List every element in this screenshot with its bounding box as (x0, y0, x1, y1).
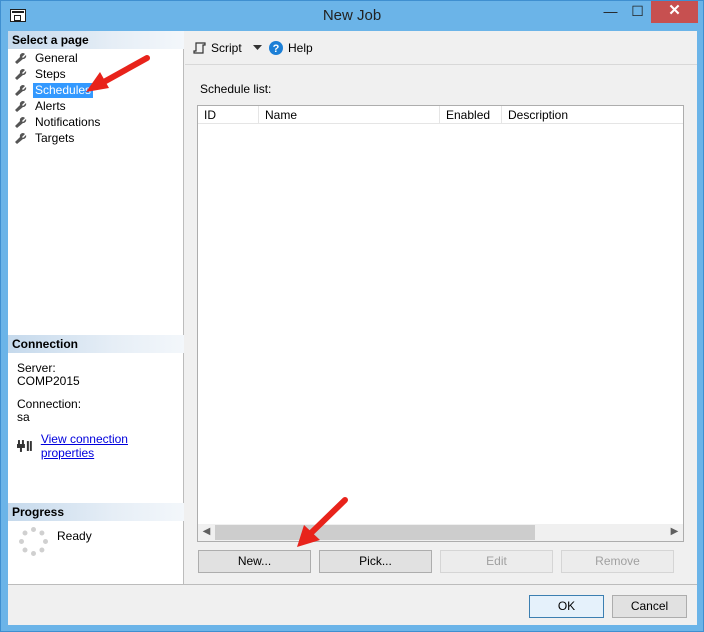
wrench-icon (15, 84, 27, 96)
column-id[interactable]: ID (198, 106, 258, 124)
edit-button[interactable]: Edit (440, 550, 553, 573)
new-button[interactable]: New... (198, 550, 311, 573)
help-label: Help (288, 41, 313, 55)
cancel-button[interactable]: Cancel (612, 595, 687, 618)
wrench-icon (15, 52, 27, 64)
scroll-left-icon[interactable]: ◀ (198, 524, 215, 541)
script-button[interactable]: Script (193, 41, 262, 55)
remove-button[interactable]: Remove (561, 550, 674, 573)
nav-item-targets[interactable]: Targets (14, 131, 76, 146)
svg-text:?: ? (273, 43, 280, 55)
new-job-window: New Job — ☐ ✕ Select a page General Step… (0, 0, 704, 632)
nav-item-label: General (35, 51, 78, 65)
server-value: COMP2015 (17, 374, 80, 388)
close-button[interactable]: ✕ (651, 1, 698, 23)
pick-button[interactable]: Pick... (319, 550, 432, 573)
view-connection-properties[interactable]: View connection properties (17, 432, 183, 460)
nav-item-steps[interactable]: Steps (14, 67, 68, 82)
dropdown-arrow-icon[interactable] (252, 45, 262, 51)
wrench-icon (15, 116, 27, 128)
progress-spinner-icon (19, 527, 48, 556)
scroll-thumb[interactable] (215, 525, 535, 540)
title-bar[interactable]: New Job — ☐ ✕ (1, 1, 703, 31)
server-label: Server: (17, 361, 56, 375)
connection-header: Connection (8, 335, 184, 353)
wrench-icon (15, 100, 27, 112)
nav-item-label: Schedules (33, 83, 94, 98)
select-page-header: Select a page (8, 31, 184, 49)
nav-item-label: Targets (35, 131, 75, 145)
nav-item-general[interactable]: General (14, 51, 80, 66)
plug-icon (17, 440, 32, 452)
nav-item-alerts[interactable]: Alerts (14, 99, 68, 114)
wrench-icon (15, 68, 27, 80)
footer-divider (8, 584, 697, 585)
help-icon: ? (269, 41, 283, 55)
wrench-icon (15, 132, 27, 144)
ok-button[interactable]: OK (529, 595, 604, 618)
column-description[interactable]: Description (501, 106, 683, 124)
minimize-button[interactable]: — (597, 1, 624, 23)
nav-item-label: Alerts (35, 99, 66, 113)
help-button[interactable]: ? Help (269, 41, 313, 55)
view-connection-link[interactable]: View connection properties (41, 432, 183, 460)
connection-label: Connection: (17, 397, 82, 411)
nav-item-schedules[interactable]: Schedules (14, 83, 94, 98)
nav-item-label: Steps (35, 67, 66, 81)
right-pane: Script ? Help Schedule list: ID Name Ena… (185, 31, 697, 584)
column-name[interactable]: Name (258, 106, 439, 124)
connection-value: sa (17, 410, 30, 424)
scroll-right-icon[interactable]: ▶ (666, 524, 683, 541)
progress-header: Progress (8, 503, 184, 521)
schedule-grid[interactable]: ID Name Enabled Description ◀ ▶ (197, 105, 684, 542)
dialog-client: Select a page General Steps Schedules Al… (8, 31, 697, 625)
grid-header: ID Name Enabled Description (198, 106, 683, 124)
toolbar: Script ? Help (185, 31, 697, 65)
maximize-button[interactable]: ☐ (624, 1, 651, 23)
nav-item-label: Notifications (35, 115, 101, 129)
column-enabled[interactable]: Enabled (439, 106, 501, 124)
left-pane: Select a page General Steps Schedules Al… (8, 31, 184, 584)
script-icon (193, 42, 206, 54)
horizontal-scrollbar[interactable]: ◀ ▶ (198, 524, 683, 541)
schedule-list-label: Schedule list: (200, 82, 272, 96)
nav-item-notifications[interactable]: Notifications (14, 115, 102, 130)
progress-status: Ready (57, 529, 92, 543)
script-label: Script (211, 41, 242, 55)
